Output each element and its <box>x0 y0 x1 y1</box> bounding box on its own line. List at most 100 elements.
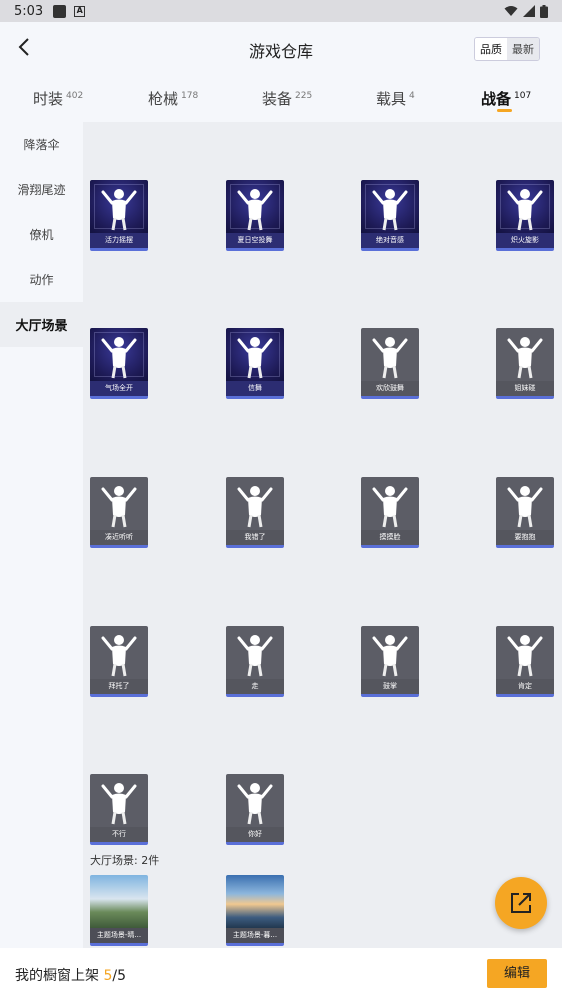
card-rarity-bar <box>90 396 148 399</box>
emote-figure-icon <box>101 635 137 677</box>
card-label: 炽火旋影 <box>496 233 554 248</box>
section-title-lobby-scenes: 大厅场景: 2件 <box>90 854 160 867</box>
card-label: 姐妹碰 <box>496 381 554 396</box>
emote-figure-icon <box>101 783 137 825</box>
emote-card[interactable]: 我错了 <box>226 477 284 548</box>
card-label: 活力摇摆 <box>90 233 148 248</box>
tab-fashion[interactable]: 时装 402 <box>33 88 83 109</box>
card-rarity-bar <box>226 694 284 697</box>
emote-card[interactable]: 姐妹碰 <box>496 328 554 399</box>
app-notification-icon: A <box>74 5 86 17</box>
card-label: 我错了 <box>226 530 284 545</box>
emote-figure-icon <box>372 635 408 677</box>
emote-figure-icon <box>507 635 543 677</box>
card-rarity-bar <box>361 396 419 399</box>
sidebar-item-glide-trail[interactable]: 滑翔尾迹 <box>0 167 83 212</box>
card-rarity-bar <box>496 248 554 251</box>
card-label: 肯定 <box>496 679 554 694</box>
emote-card[interactable]: 走 <box>226 626 284 697</box>
emote-figure-icon <box>507 486 543 528</box>
emote-card[interactable]: 夏日空投舞 <box>226 180 284 251</box>
emote-thumbnail <box>226 774 284 827</box>
card-label: 你好 <box>226 827 284 842</box>
showcase-status: 我的橱窗上架 5/5 <box>15 968 127 984</box>
emote-figure-icon <box>372 337 408 379</box>
card-frame <box>500 184 550 229</box>
card-label: 鼓掌 <box>361 679 419 694</box>
emote-thumbnail <box>496 328 554 381</box>
tab-war-prep[interactable]: 战备 107 <box>481 88 531 109</box>
signal-icon <box>523 5 535 17</box>
card-label: 不行 <box>90 827 148 842</box>
card-rarity-bar <box>90 545 148 548</box>
emote-figure-icon <box>507 337 543 379</box>
card-rarity-bar <box>90 943 148 946</box>
emote-thumbnail <box>90 626 148 679</box>
bottom-bar: 我的橱窗上架 5/5 编辑 <box>0 948 562 999</box>
card-frame <box>230 184 280 229</box>
card-label: 摸摸脸 <box>361 530 419 545</box>
emote-card[interactable]: 气场全开 <box>90 328 148 399</box>
card-frame <box>94 332 144 377</box>
card-rarity-bar <box>496 545 554 548</box>
category-tabs: 时装 402 枪械 178 装备 225 载具 4 战备 107 <box>0 74 562 122</box>
card-rarity-bar <box>361 694 419 697</box>
emote-card[interactable]: 炽火旋影 <box>496 180 554 251</box>
card-label: 绝对音感 <box>361 233 419 248</box>
status-icons <box>504 4 548 18</box>
emote-figure-icon <box>101 486 137 528</box>
sidebar-item-lobby-scene[interactable]: 大厅场景 <box>0 302 83 347</box>
card-label: 要抱抱 <box>496 530 554 545</box>
emote-card[interactable]: 绝对音感 <box>361 180 419 251</box>
sidebar-item-parachute[interactable]: 降落伞 <box>0 122 83 167</box>
emote-thumbnail <box>361 328 419 381</box>
sort-quality-button[interactable]: 品质 <box>475 38 507 60</box>
emote-card[interactable]: 欢欣鼓舞 <box>361 328 419 399</box>
emote-figure-icon <box>237 635 273 677</box>
emote-thumbnail <box>226 626 284 679</box>
tab-guns[interactable]: 枪械 178 <box>148 88 198 109</box>
scene-card[interactable]: 主题场景-暮... <box>226 875 284 946</box>
card-rarity-bar <box>226 943 284 946</box>
tab-vehicles[interactable]: 载具 4 <box>376 88 415 109</box>
active-tab-indicator <box>497 109 512 112</box>
card-rarity-bar <box>361 248 419 251</box>
emote-card[interactable]: 摸摸脸 <box>361 477 419 548</box>
emote-figure-icon <box>237 486 273 528</box>
sidebar-item-wingman[interactable]: 僚机 <box>0 212 83 257</box>
card-label: 拜托了 <box>90 679 148 694</box>
card-rarity-bar <box>361 545 419 548</box>
card-rarity-bar <box>90 248 148 251</box>
emote-card[interactable]: 拜托了 <box>90 626 148 697</box>
card-label: 信舞 <box>226 381 284 396</box>
card-frame <box>365 184 415 229</box>
notification-icon <box>53 4 67 18</box>
card-rarity-bar <box>226 248 284 251</box>
emote-card[interactable]: 不行 <box>90 774 148 845</box>
edit-button[interactable]: 编辑 <box>487 959 547 988</box>
emote-card[interactable]: 活力摇摆 <box>90 180 148 251</box>
wifi-icon <box>504 6 518 16</box>
card-rarity-bar <box>226 396 284 399</box>
emote-card[interactable]: 要抱抱 <box>496 477 554 548</box>
emote-card[interactable]: 肯定 <box>496 626 554 697</box>
emote-card[interactable]: 凑近听听 <box>90 477 148 548</box>
sidebar-item-emotes[interactable]: 动作 <box>0 257 83 302</box>
battery-icon <box>540 4 548 18</box>
card-rarity-bar <box>226 545 284 548</box>
card-rarity-bar <box>496 396 554 399</box>
emote-card[interactable]: 鼓掌 <box>361 626 419 697</box>
share-button[interactable] <box>495 877 547 929</box>
card-label: 气场全开 <box>90 381 148 396</box>
card-rarity-bar <box>496 694 554 697</box>
emote-card[interactable]: 信舞 <box>226 328 284 399</box>
card-label: 走 <box>226 679 284 694</box>
emote-thumbnail <box>496 626 554 679</box>
status-bar: 5:03 A <box>0 0 562 22</box>
sort-newest-button[interactable]: 最新 <box>507 38 539 60</box>
scene-card[interactable]: 主题场景-晴... <box>90 875 148 946</box>
emote-card[interactable]: 你好 <box>226 774 284 845</box>
tab-equipment[interactable]: 装备 225 <box>262 88 312 109</box>
emote-thumbnail <box>90 774 148 827</box>
showcase-total-count: 5 <box>117 968 127 984</box>
